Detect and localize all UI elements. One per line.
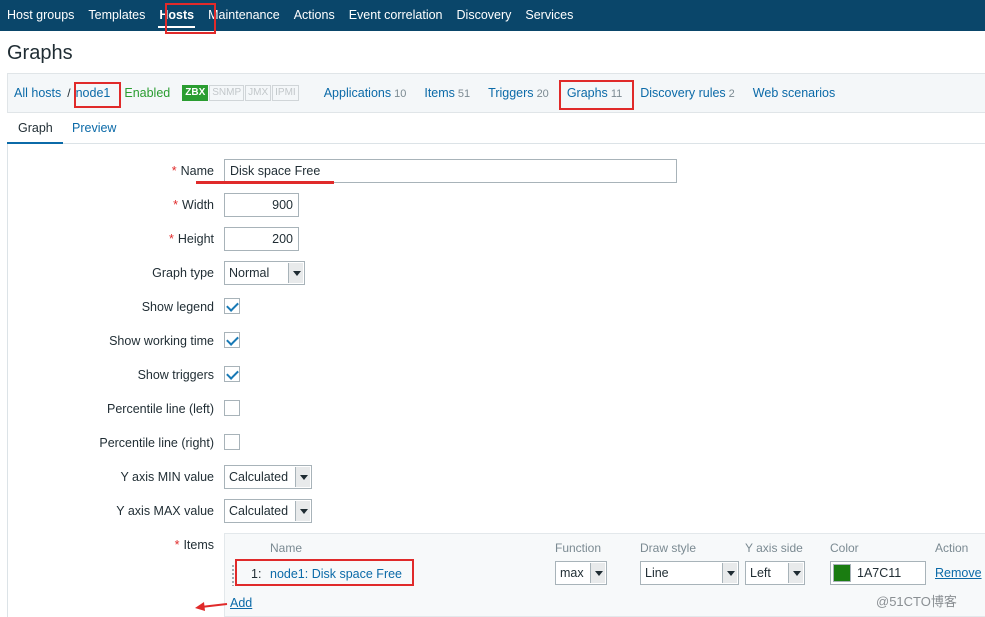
nav-maintenance[interactable]: Maintenance (201, 0, 287, 31)
badge-ipmi: IPMI (272, 85, 299, 101)
item-row-name-link[interactable]: node1: Disk space Free (270, 567, 402, 581)
color-swatch[interactable] (833, 564, 851, 582)
header-draw-style: Draw style (640, 541, 697, 555)
header-name: Name (270, 541, 303, 555)
header-y-axis-side: Y axis side (745, 541, 803, 555)
chevron-down-icon (788, 563, 803, 583)
y-max-label: Y axis MAX value (116, 504, 214, 518)
show-working-time-checkbox[interactable] (224, 332, 240, 348)
name-underline-annotation (196, 181, 334, 184)
width-label: * Width (173, 198, 214, 212)
name-label: * Name (171, 164, 214, 178)
link-discovery-rules[interactable]: Discovery rules (640, 86, 725, 100)
nav-services[interactable]: Services (518, 0, 580, 31)
y-max-select[interactable]: Calculated (224, 499, 312, 523)
item-function-select[interactable]: max (555, 561, 607, 585)
add-item-link[interactable]: Add (230, 596, 252, 610)
count-discovery-rules: 2 (728, 88, 735, 100)
y-min-label: Y axis MIN value (120, 470, 214, 484)
show-legend-checkbox[interactable] (224, 298, 240, 314)
badge-zbx: ZBX (182, 85, 209, 101)
nav-actions[interactable]: Actions (287, 0, 342, 31)
header-action: Action (935, 541, 969, 555)
top-navigation: Host groups Templates Hosts Maintenance … (0, 0, 985, 31)
items-label: * Items (174, 538, 214, 552)
link-applications[interactable]: Applications (324, 86, 391, 100)
breadcrumb-all-hosts[interactable]: All hosts (14, 86, 61, 100)
name-input[interactable]: Disk space Free (224, 159, 677, 183)
header-function: Function (555, 541, 602, 555)
show-triggers-checkbox[interactable] (224, 366, 240, 382)
chevron-down-icon (722, 563, 737, 583)
show-legend-label: Show legend (141, 300, 214, 314)
item-y-axis-side-value: Left (750, 566, 771, 580)
width-input[interactable]: 900 (224, 193, 299, 217)
watermark: @51CTO博客 (876, 594, 957, 609)
chevron-down-icon (288, 263, 303, 283)
tab-graph[interactable]: Graph (18, 121, 53, 135)
chevron-down-icon (295, 501, 310, 521)
link-web-scenarios[interactable]: Web scenarios (753, 86, 835, 100)
item-remove-link[interactable]: Remove (935, 566, 982, 580)
item-function-value: max (560, 566, 584, 580)
item-row-index: 1: (251, 567, 262, 581)
percentile-left-label: Percentile line (left) (107, 402, 214, 416)
badge-snmp: SNMP (209, 85, 245, 101)
percentile-left-checkbox[interactable] (224, 400, 240, 416)
host-status: Enabled (124, 86, 171, 100)
item-draw-style-select[interactable]: Line (640, 561, 739, 585)
percentile-right-checkbox[interactable] (224, 434, 240, 450)
host-breadcrumb-bar: All hosts / node1 Enabled ZBX SNMP JMX I… (7, 73, 985, 113)
count-triggers: 20 (536, 88, 549, 100)
nav-discovery[interactable]: Discovery (450, 0, 519, 31)
graph-type-value: Normal (229, 266, 270, 280)
link-graphs[interactable]: Graphs (567, 86, 608, 100)
form-tabs: Graph Preview (7, 113, 985, 144)
nav-hosts[interactable]: Hosts (152, 0, 201, 31)
chevron-down-icon (295, 467, 310, 487)
item-draw-style-value: Line (645, 566, 669, 580)
badge-jmx: JMX (245, 85, 272, 101)
y-min-select[interactable]: Calculated (224, 465, 312, 489)
count-graphs: 11 (610, 88, 623, 100)
tab-preview[interactable]: Preview (72, 121, 116, 135)
page-title: Graphs (7, 42, 73, 64)
y-max-value: Calculated (229, 504, 289, 518)
nav-templates[interactable]: Templates (81, 0, 152, 31)
breadcrumb-separator: / (67, 86, 71, 100)
breadcrumb-host[interactable]: node1 (76, 86, 111, 100)
graph-type-label: Graph type (152, 266, 214, 280)
link-triggers[interactable]: Triggers (488, 86, 533, 100)
nav-event-correlation[interactable]: Event correlation (342, 0, 450, 31)
show-triggers-label: Show triggers (137, 368, 214, 382)
height-label: * Height (168, 232, 214, 246)
count-applications: 10 (394, 88, 407, 100)
link-items[interactable]: Items (424, 86, 455, 100)
availability-badges: ZBX SNMP JMX IPMI (182, 85, 299, 101)
header-color: Color (830, 541, 859, 555)
graph-type-select[interactable]: Normal (224, 261, 305, 285)
item-y-axis-side-select[interactable]: Left (745, 561, 805, 585)
y-min-value: Calculated (229, 470, 289, 484)
height-input[interactable]: 200 (224, 227, 299, 251)
show-working-time-label: Show working time (109, 334, 214, 348)
nav-host-groups[interactable]: Host groups (0, 0, 81, 31)
chevron-down-icon (590, 563, 605, 583)
percentile-right-label: Percentile line (right) (99, 436, 214, 450)
annotation-arrow-icon (195, 602, 228, 611)
items-table: Name Function Draw style Y axis side Col… (224, 533, 985, 617)
count-items: 51 (457, 88, 471, 100)
drag-handle-icon[interactable] (231, 564, 235, 586)
